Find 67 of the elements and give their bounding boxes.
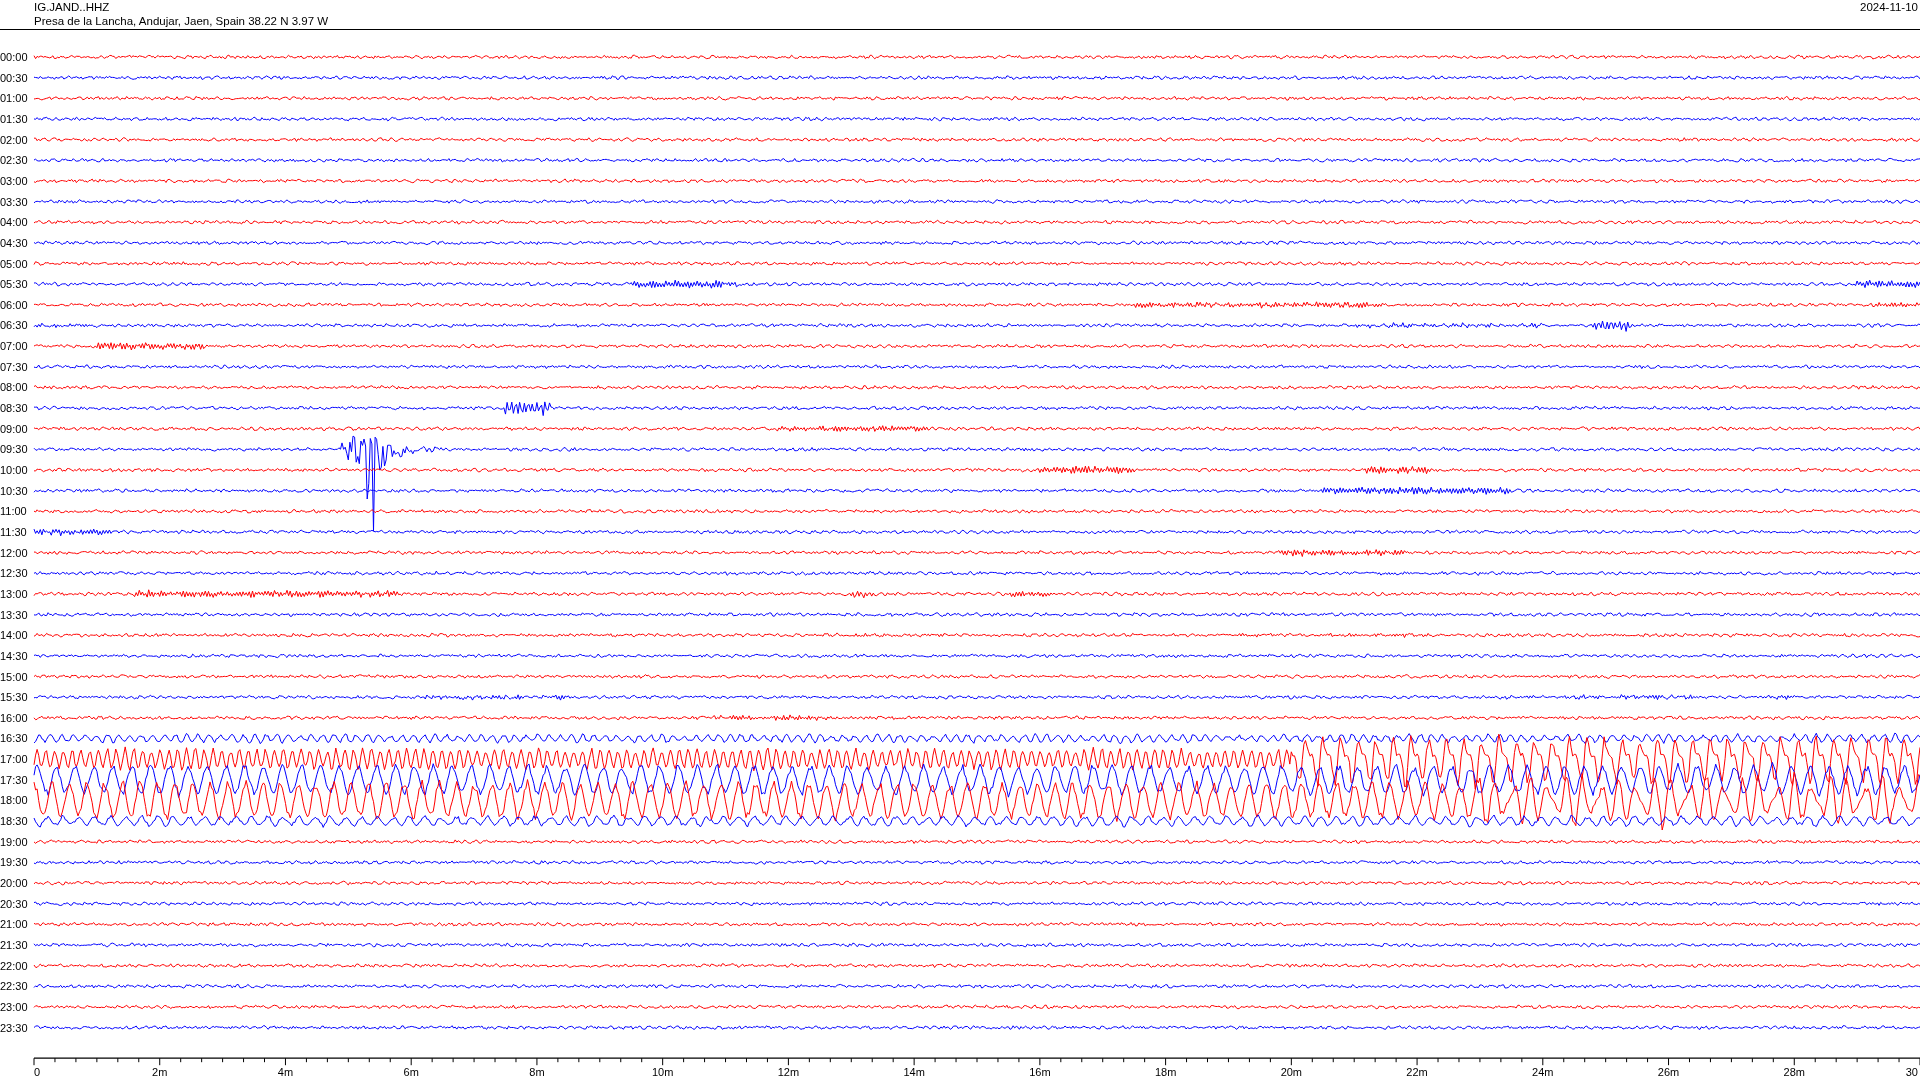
axis-tick-label: 6m [403,1066,419,1079]
time-label: 01:30 [0,112,28,125]
time-label: 14:00 [0,629,28,642]
time-label: 12:00 [0,546,28,559]
axis-tick-label: 24m [1532,1066,1554,1079]
time-label: 15:30 [0,691,28,704]
axis-tick-label: 10m [651,1066,674,1079]
time-label: 03:30 [0,195,28,208]
axis-tick-label: 8m [529,1066,545,1079]
time-label: 23:00 [0,1000,28,1013]
time-label: 20:30 [0,897,28,910]
time-label: 20:00 [0,877,28,889]
axis-tick-label: 4m [277,1066,294,1079]
axis-tick-label: 16m [1029,1066,1051,1079]
time-label: 10:30 [0,484,28,497]
axis-tick-label: 14m [903,1066,925,1079]
time-label: 14:30 [0,649,28,662]
time-label: 15:00 [0,670,28,683]
time-label: 17:00 [0,753,28,766]
time-label: 00:30 [0,71,28,84]
station-code: IG.JAND..HHZ [34,0,111,14]
time-label: 04:00 [0,216,28,229]
axis-tick-label: 20m [1280,1066,1303,1079]
time-label: 06:30 [0,319,28,332]
time-label: 05:00 [0,257,28,270]
time-label: 21:30 [0,938,28,951]
time-label: 05:30 [0,278,28,291]
time-label: 19:30 [0,856,28,869]
time-label: 09:00 [0,422,28,435]
time-label: 16:30 [0,732,28,745]
axis-tick-label: 0 [34,1066,41,1079]
time-label: 10:00 [0,464,28,476]
time-label: 11:00 [0,505,27,518]
station-location: Presa de la Lancha, Andujar, Jaen, Spain 38.22 N 3.97 W [34,14,329,28]
time-label: 09:30 [0,443,28,456]
time-label: 13:00 [0,587,28,600]
date-label: 2024-11-10 [1860,0,1918,15]
time-label: 19:00 [0,835,28,848]
time-label: 08:30 [0,402,28,415]
axis-tick-label: 12m [777,1066,800,1079]
time-label: 22:30 [0,980,28,993]
time-label: 18:00 [0,794,28,807]
time-label: 17:30 [0,773,28,786]
time-label: 22:00 [0,959,28,972]
axis-tick-label: 18m [1154,1066,1177,1079]
axis-tick-label: 30 [1905,1066,1918,1079]
time-label: 06:00 [0,298,28,311]
axis-tick-label: 22m [1406,1066,1428,1079]
time-label: 04:30 [0,236,28,249]
axis-tick-label: 2m [152,1066,168,1079]
time-label: 16:00 [0,711,28,724]
time-label: 23:30 [0,1021,28,1034]
time-label: 00:00 [0,51,28,63]
time-label: 07:00 [0,340,28,353]
time-label: 12:30 [0,567,28,580]
axis-tick-label: 26m [1657,1066,1680,1079]
time-label: 01:00 [0,92,28,105]
time-label: 18:30 [0,815,28,828]
time-label: 02:30 [0,154,28,167]
time-label: 03:00 [0,174,28,187]
time-label: 02:00 [0,133,28,146]
time-label: 08:00 [0,381,28,394]
axis-tick-label: 28m [1783,1066,1805,1079]
time-label: 11:30 [0,525,27,538]
time-label: 21:00 [0,918,28,931]
time-label: 07:30 [0,360,28,373]
time-label: 13:30 [0,608,28,621]
